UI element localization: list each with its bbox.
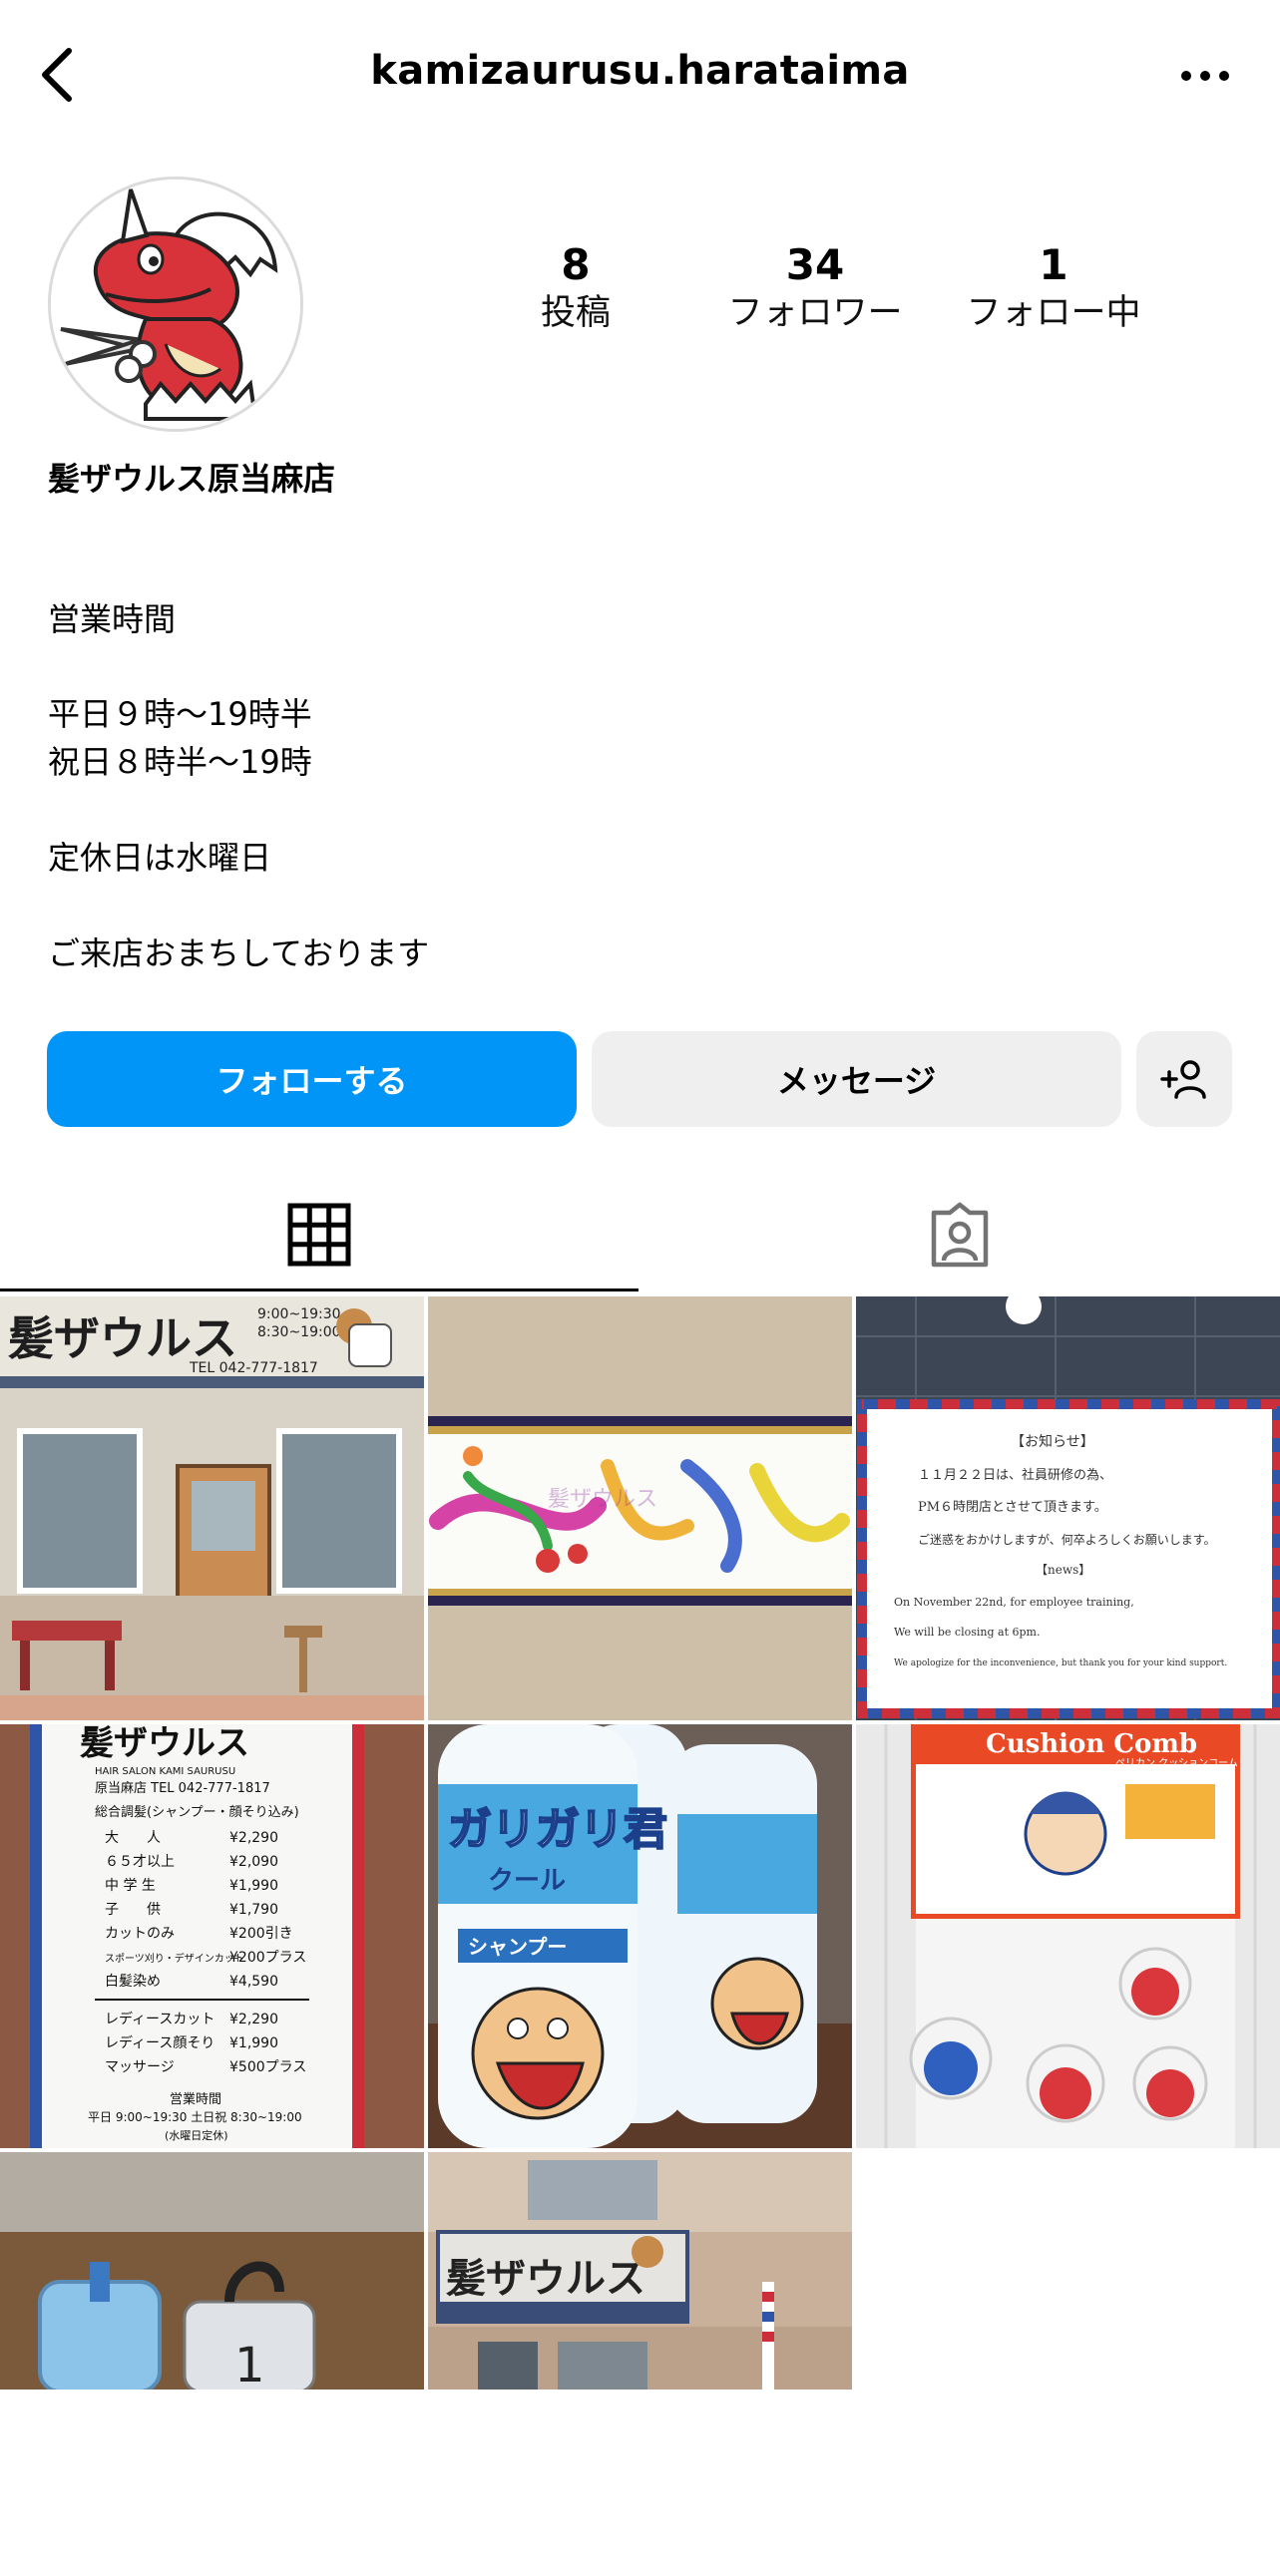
tab-posts-grid[interactable] (0, 1175, 639, 1294)
following-count-label: フォロー中 (966, 293, 1141, 333)
comb-subtitle: ペリカン クッションコーム (1115, 1757, 1238, 1769)
price-row-name: 中 学 生 (105, 1878, 156, 1894)
notice-jp-1: １１月２２日は、社員研修の為、 (918, 1467, 1112, 1483)
notice-title: 【お知らせ】 (1011, 1433, 1094, 1450)
post-price-list[interactable]: 髪ザウルス HAIR SALON KAMI SAURUSU 原当麻店 TEL 0… (0, 1724, 424, 2148)
tab-tagged-posts[interactable] (640, 1175, 1279, 1294)
message-button[interactable]: メッセージ (592, 1031, 1121, 1127)
cushion-comb-image: Cushion Comb ペリカン クッションコーム (856, 1724, 1280, 2148)
posts-count-value: 8 (561, 240, 591, 289)
bio-line: 定休日は水曜日 (48, 839, 272, 877)
bio-line: 平日９時〜19時半 (48, 695, 312, 733)
shop-hours-2: 8:30~19:00 (257, 1324, 341, 1340)
price-hours-title: 営業時間 (170, 2091, 221, 2107)
bio-line: 営業時間 (48, 600, 177, 638)
notice-en-2: We will be closing at 6pm. (894, 1626, 1040, 1639)
bio-line: ご来店おまちしております (48, 934, 430, 972)
price-heading: 総合調髪(シャンプー・顔そり込み) (95, 1805, 299, 1820)
posts-count-label: 投稿 (540, 293, 611, 333)
post-storefront[interactable]: 髪ザウルス 9:00~19:30 8:30~19:00 TEL 042-777-… (0, 1296, 424, 1720)
calligraphy-image: 髪ザウルス (428, 1296, 852, 1720)
price-closed: (水曜日定休) (165, 2128, 228, 2142)
price-row-value: ¥4,590 (229, 1974, 278, 1990)
followers-count-value: 34 (785, 240, 845, 289)
notice-jp-2: PM６時閉店とさせて頂きます。 (918, 1500, 1107, 1515)
post-cushion-comb[interactable]: Cushion Comb ペリカン クッションコーム (856, 1724, 1280, 2148)
followers-count[interactable]: 34 フォロワー (695, 239, 935, 335)
ticket-holder-image: 1 (0, 2152, 424, 2390)
grid-icon (287, 1203, 351, 1267)
ticket-number: 1 (234, 2338, 265, 2390)
price-hours: 平日 9:00~19:30 土日祝 8:30~19:00 (88, 2110, 302, 2124)
price-row-name: 白髪染め (105, 1974, 161, 1990)
post-ticket-holders[interactable]: 1 (0, 2152, 424, 2576)
person-add-icon (1160, 1060, 1206, 1099)
price-row-value: ¥200引き (229, 1926, 293, 1942)
comb-title: Cushion Comb (986, 1729, 1197, 1759)
shop2-sign: 髪ザウルス (446, 2256, 645, 2302)
bio-line: 祝日８時半〜19時 (48, 743, 312, 781)
post-closing-notice[interactable]: 【お知らせ】 １１月２２日は、社員研修の為、 PM６時閉店とさせて頂きます。 ご… (856, 1296, 1280, 1720)
price-row-value: ¥2,290 (229, 1830, 278, 1846)
price-row-value: ¥1,990 (229, 2035, 278, 2051)
post-shop-exterior[interactable]: 髪ザウルス (428, 2152, 852, 2576)
notice-en-1: On November 22nd, for employee training, (894, 1596, 1134, 1609)
posts-count[interactable]: 8 投稿 (456, 239, 695, 335)
following-count-value: 1 (1039, 240, 1068, 289)
shampoo-sub: クール (488, 1866, 566, 1896)
profile-display-name: 髪ザウルス原当麻店 (48, 460, 336, 498)
shampoo-image: ガリガリ君 クール シャンプー (428, 1724, 852, 2148)
notice-en-3: We apologize for the inconvenience, but … (894, 1658, 1227, 1668)
dinosaur-mascot-image (51, 180, 300, 429)
post-shampoo[interactable]: ガリガリ君 クール シャンプー (428, 1724, 852, 2148)
followers-count-label: フォロワー (727, 293, 903, 333)
more-options-button[interactable] (1170, 56, 1240, 96)
price-row-value: ¥500プラス (229, 2059, 306, 2075)
active-tab-indicator (0, 1288, 639, 1291)
shop-hours-1: 9:00~19:30 (257, 1306, 341, 1322)
price-row-name: レディースカット (105, 2011, 214, 2027)
profile-username: kamizaurusu.harataima (370, 48, 910, 94)
price-row-value: ¥1,790 (229, 1902, 278, 1918)
price-row-name: スポーツ刈り・デザインカット (105, 1952, 244, 1965)
price-row-value: ¥2,090 (229, 1854, 278, 1870)
price-row-name: カットのみ (105, 1926, 175, 1942)
notice-news: 【news】 (1036, 1563, 1090, 1577)
tagged-person-icon (931, 1202, 989, 1268)
more-horizontal-icon (1181, 71, 1229, 81)
profile-avatar[interactable] (48, 177, 303, 432)
shampoo-brand: ガリガリ君 (448, 1804, 667, 1855)
price-row-value: ¥2,290 (229, 2012, 278, 2027)
price-row-name: 大 人 (105, 1830, 161, 1846)
price-list-image: 髪ザウルス HAIR SALON KAMI SAURUSU 原当麻店 TEL 0… (0, 1724, 424, 2148)
notice-jp-3: ご迷惑をおかけしますが、何卒よろしくお願いします。 (918, 1532, 1216, 1547)
storefront-image: 髪ザウルス 9:00~19:30 8:30~19:00 TEL 042-777-… (0, 1296, 424, 1720)
price-phone: 原当麻店 TEL 042-777-1817 (95, 1781, 270, 1796)
top-bar: kamizaurusu.harataima (0, 0, 1280, 150)
price-title: 髪ザウルス (80, 1724, 249, 1763)
price-row-value: ¥200プラス (229, 1950, 306, 1966)
following-count[interactable]: 1 フォロー中 (934, 239, 1173, 335)
posts-grid: 髪ザウルス 9:00~19:30 8:30~19:00 TEL 042-777-… (0, 1296, 1280, 2390)
calligraphy-text: 髪ザウルス (548, 1487, 657, 1512)
shop-sign-text: 髪ザウルス (8, 1311, 237, 1365)
notice-image: 【お知らせ】 １１月２２日は、社員研修の為、 PM６時閉店とさせて頂きます。 ご… (856, 1296, 1280, 1720)
price-row-name: マッサージ (105, 2059, 175, 2075)
shampoo-label: シャンプー (468, 1935, 567, 1959)
shop-exterior-image: 髪ザウルス (428, 2152, 852, 2390)
shop-phone: TEL 042-777-1817 (189, 1360, 318, 1376)
price-row-value: ¥1,990 (229, 1878, 278, 1894)
post-calligraphy[interactable]: 髪ザウルス (428, 1296, 852, 1720)
follow-button[interactable]: フォローする (47, 1031, 577, 1127)
suggested-accounts-button[interactable] (1136, 1031, 1232, 1127)
price-row-name: 子 供 (105, 1902, 161, 1918)
price-row-name: レディース顔そり (105, 2034, 214, 2051)
price-subtitle: HAIR SALON KAMI SAURUSU (95, 1766, 235, 1777)
profile-stats: 8 投稿 34 フォロワー 1 フォロー中 (459, 239, 1237, 349)
price-row-name: ６５才以上 (105, 1854, 175, 1870)
